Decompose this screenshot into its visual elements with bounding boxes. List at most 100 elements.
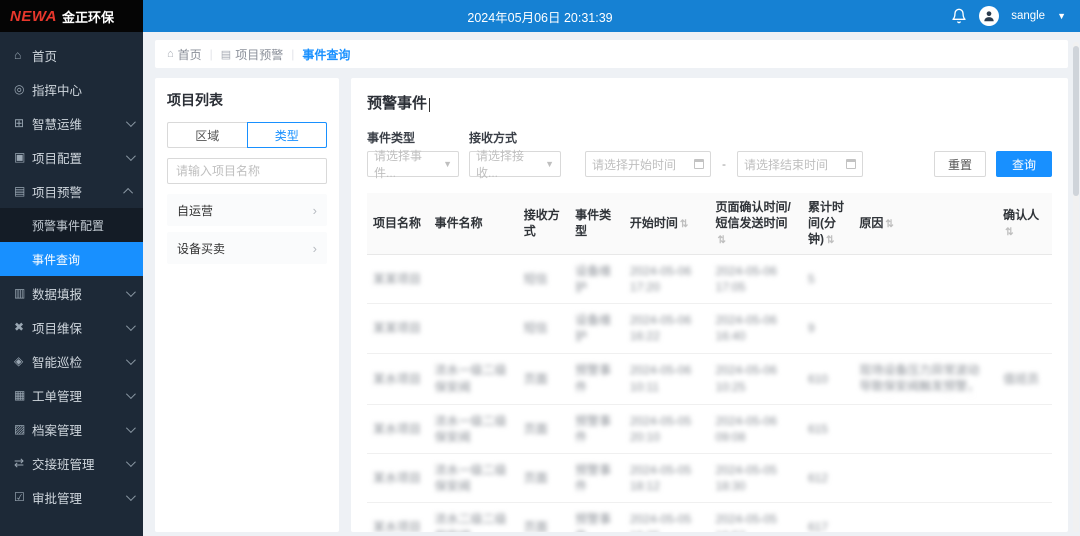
sidebar-item-label: 交接班管理 — [32, 454, 126, 473]
cell-text: 610 — [808, 372, 828, 386]
username-label[interactable]: sangle — [1011, 10, 1045, 22]
project-alert-icon: ▤ — [14, 184, 32, 198]
breadcrumb-item-event-query[interactable]: 事件查询 — [302, 46, 350, 63]
cell-text: 2024-05-06 09:08 — [715, 414, 776, 444]
start-date-picker[interactable]: 请选择开始时间 — [585, 151, 711, 177]
cell-text: 预警事件 — [575, 512, 611, 532]
cell-confirm: 2024-05-05 18:30 — [709, 454, 801, 503]
sidebar-item-smart-inspection[interactable]: ◈智能巡检 — [0, 344, 143, 378]
calendar-icon — [846, 159, 856, 169]
tree-item[interactable]: 自运营› — [167, 194, 327, 226]
column-header[interactable]: 原因⇅ — [853, 193, 997, 254]
table-body: 某某项目短信设备维护2024-05-06 17:202024-05-06 17:… — [367, 254, 1052, 532]
breadcrumb-item-home[interactable]: ⌂首页 — [167, 46, 202, 63]
cell-text: 值班员 — [1003, 372, 1039, 386]
sidebar-item-data-report[interactable]: ▥数据填报 — [0, 276, 143, 310]
sidebar-item-work-order[interactable]: ▦工单管理 — [0, 378, 143, 412]
cell-text: 浓水一级二级保安阀 — [435, 463, 507, 493]
sidebar-item-label: 项目配置 — [32, 148, 126, 167]
logo-text: NEWA — [10, 8, 57, 25]
sidebar-item-project-maintenance[interactable]: ✖项目维保 — [0, 310, 143, 344]
sidebar-item-project-config[interactable]: ▣项目配置 — [0, 140, 143, 174]
cell-reason: 现场设备压力异常波动导致保安阀触发预警，已安排人员现场处理恢复 — [853, 353, 997, 404]
chevron-down-icon: ▼ — [443, 159, 452, 169]
chevron-down-icon — [126, 151, 136, 161]
sidebar-item-shift-management[interactable]: ⇄交接班管理 — [0, 446, 143, 480]
logo-cn-text: 金正环保 — [62, 7, 114, 26]
end-date-value: 请选择结束时间 — [744, 156, 828, 173]
sort-icon[interactable]: ⇅ — [885, 219, 893, 230]
user-avatar-icon[interactable] — [979, 6, 999, 26]
cell-project: 某水项目 — [367, 353, 429, 404]
cell-text: 短信 — [524, 321, 548, 335]
table-row: 某某项目短信设备维护2024-05-06 17:202024-05-06 17:… — [367, 254, 1052, 303]
user-menu-caret-icon[interactable]: ▼ — [1057, 11, 1066, 21]
cell-event — [429, 304, 518, 353]
cell-minutes: 612 — [802, 454, 853, 503]
chevron-down-icon — [126, 287, 136, 297]
receive-method-select[interactable]: 请选择接收... ▼ — [469, 151, 561, 177]
breadcrumb-item-project-alert[interactable]: ▤项目预警 — [221, 46, 283, 63]
sidebar-menu: ⌂首页◎指挥中心⊞智慧运维▣项目配置▤项目预警预警事件配置事件查询▥数据填报✖项… — [0, 32, 143, 536]
notification-bell-icon[interactable] — [951, 8, 967, 24]
cell-project: 某水项目 — [367, 404, 429, 453]
cell-confirm: 2024-05-06 17:05 — [709, 254, 801, 303]
cell-confirmer — [997, 404, 1052, 453]
tab-类型[interactable]: 类型 — [247, 122, 328, 148]
alert-events-panel: 预警事件 事件类型 请选择事件... ▼ 接收方式 请选择接收... ▼ — [351, 78, 1068, 532]
cell-receive: 页面 — [518, 503, 569, 532]
column-header[interactable]: 累计时间(分钟)⇅ — [802, 193, 853, 254]
cell-text: 2024-05-06 17:05 — [715, 264, 776, 294]
cell-start: 2024-05-05 16:25 — [624, 503, 710, 532]
cell-text: 2024-05-05 16:52 — [715, 512, 776, 532]
cell-receive: 页面 — [518, 404, 569, 453]
event-type-select[interactable]: 请选择事件... ▼ — [367, 151, 459, 177]
cell-receive: 页面 — [518, 353, 569, 404]
sidebar-item-alert-event-config[interactable]: 预警事件配置 — [0, 208, 143, 242]
sort-icon[interactable]: ⇅ — [717, 235, 725, 246]
column-header[interactable]: 确认人 ⇅ — [997, 193, 1052, 254]
cell-receive: 短信 — [518, 254, 569, 303]
sort-icon[interactable]: ⇅ — [680, 219, 688, 230]
cell-text: 某某项目 — [373, 321, 421, 335]
archive-icon: ▨ — [14, 422, 32, 436]
column-header[interactable]: 开始时间⇅ — [624, 193, 710, 254]
sidebar-item-command-center[interactable]: ◎指挥中心 — [0, 72, 143, 106]
cell-reason — [853, 454, 997, 503]
sidebar-item-label: 指挥中心 — [32, 80, 133, 99]
scrollbar-thumb[interactable] — [1073, 46, 1079, 196]
cell-minutes: 9 — [802, 304, 853, 353]
table-header-row: 项目名称事件名称接收方式事件类型开始时间⇅页面确认时间/短信发送时间⇅累计时间(… — [367, 193, 1052, 254]
end-date-picker[interactable]: 请选择结束时间 — [737, 151, 863, 177]
cell-reason — [853, 254, 997, 303]
sidebar-item-home[interactable]: ⌂首页 — [0, 38, 143, 72]
sidebar-item-smart-ops[interactable]: ⊞智慧运维 — [0, 106, 143, 140]
cell-confirmer — [997, 454, 1052, 503]
cell-reason — [853, 404, 997, 453]
page-scrollbar[interactable] — [1073, 42, 1079, 532]
sidebar-item-label: 首页 — [32, 46, 133, 65]
query-button[interactable]: 查询 — [996, 151, 1052, 177]
cell-text: 2024-05-05 20:10 — [630, 414, 691, 444]
sidebar-item-project-alert[interactable]: ▤项目预警 — [0, 174, 143, 208]
cell-text: 某水项目 — [373, 471, 421, 485]
filter-bar: 事件类型 请选择事件... ▼ 接收方式 请选择接收... ▼ 请选择开始时间 — [367, 129, 1052, 177]
sort-icon[interactable]: ⇅ — [826, 235, 834, 246]
reset-button[interactable]: 重置 — [934, 151, 986, 177]
tab-区域[interactable]: 区域 — [167, 122, 247, 148]
breadcrumb: ⌂首页|▤项目预警|事件查询 — [155, 40, 1068, 68]
project-search-input[interactable] — [167, 158, 327, 184]
chevron-right-icon: › — [313, 241, 317, 256]
sidebar-item-approval[interactable]: ☑审批管理 — [0, 480, 143, 514]
column-header-label: 确认人 — [1003, 208, 1039, 222]
column-header[interactable]: 页面确认时间/短信发送时间⇅ — [709, 193, 801, 254]
sidebar-item-label: 工单管理 — [32, 386, 126, 405]
column-header: 事件名称 — [429, 193, 518, 254]
sidebar-item-archive[interactable]: ▨档案管理 — [0, 412, 143, 446]
cell-project: 某水项目 — [367, 503, 429, 532]
approval-icon: ☑ — [14, 490, 32, 504]
tree-item[interactable]: 设备买卖› — [167, 232, 327, 264]
sidebar-item-event-query[interactable]: 事件查询 — [0, 242, 143, 276]
sort-icon[interactable]: ⇅ — [1005, 227, 1013, 238]
tree-item-label: 自运营 — [177, 202, 213, 219]
